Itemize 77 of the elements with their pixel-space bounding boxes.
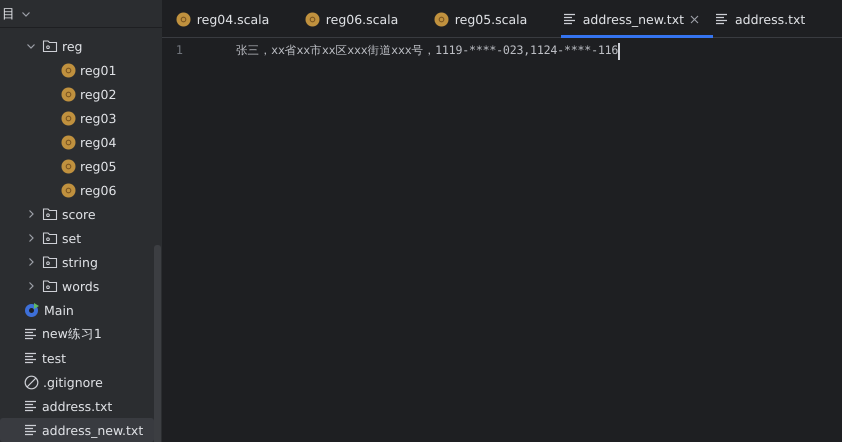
editor-tab[interactable]: address.txt bbox=[713, 0, 842, 38]
text-file-icon bbox=[24, 400, 38, 412]
folder-icon bbox=[42, 39, 58, 53]
folder-icon bbox=[42, 231, 58, 245]
tree-row[interactable]: string bbox=[0, 250, 154, 274]
tree-row[interactable]: address_new.txt bbox=[0, 418, 154, 442]
tree-row[interactable]: reg05 bbox=[0, 154, 154, 178]
tree-label: Main bbox=[44, 302, 74, 318]
tree-row[interactable]: reg bbox=[0, 34, 154, 58]
tree-label: address.txt bbox=[42, 398, 112, 414]
text-cursor bbox=[618, 43, 620, 60]
editor-tab[interactable]: reg04.scala bbox=[174, 0, 303, 38]
tree-row[interactable]: new练习1 bbox=[0, 322, 154, 346]
tree-row[interactable]: reg01 bbox=[0, 58, 154, 82]
tree-row[interactable]: test bbox=[0, 346, 154, 370]
tree-label: words bbox=[62, 278, 100, 294]
tree-row[interactable]: score bbox=[0, 202, 154, 226]
tree-label: string bbox=[62, 254, 98, 270]
text-file-icon bbox=[24, 352, 38, 364]
coin-icon bbox=[61, 134, 76, 150]
text-file-icon bbox=[715, 13, 729, 25]
chevron-right-icon[interactable] bbox=[26, 281, 36, 291]
tree-label: address_new.txt bbox=[42, 422, 144, 438]
tree-row[interactable]: address.txt bbox=[0, 394, 154, 418]
tree-label: reg bbox=[62, 38, 82, 54]
editor-tab[interactable]: address_new.txt bbox=[560, 0, 713, 38]
tree-label: .gitignore bbox=[43, 374, 103, 390]
coin-icon bbox=[434, 12, 449, 26]
tab-label: address_new.txt bbox=[582, 12, 684, 26]
line-number: 1 bbox=[174, 43, 184, 59]
text-file-icon bbox=[24, 328, 38, 340]
editor-tab[interactable]: reg05.scala bbox=[432, 0, 561, 38]
tree-label: reg05 bbox=[80, 158, 116, 174]
coin-icon bbox=[176, 12, 191, 26]
coin-icon bbox=[61, 182, 76, 198]
chevron-right-icon[interactable] bbox=[26, 257, 36, 267]
tree-row[interactable]: .gitignore bbox=[0, 370, 154, 394]
folder-icon bbox=[42, 255, 58, 269]
tree-label: reg01 bbox=[80, 62, 116, 78]
coin-icon bbox=[304, 12, 320, 26]
tree-label: test bbox=[42, 350, 66, 366]
coin-icon bbox=[61, 110, 76, 126]
tab-label: reg06.scala bbox=[326, 12, 398, 26]
tree-row[interactable]: reg02 bbox=[0, 82, 154, 106]
folder-icon bbox=[42, 279, 58, 293]
tree-label: score bbox=[62, 206, 96, 222]
tree-label: reg04 bbox=[80, 134, 116, 150]
chevron-right-icon[interactable] bbox=[26, 209, 36, 219]
tree-label: set bbox=[62, 230, 82, 246]
tree-row[interactable]: Main bbox=[0, 298, 154, 322]
scrollbar[interactable] bbox=[154, 245, 161, 442]
tree-row[interactable]: set bbox=[0, 226, 154, 250]
tree-row[interactable]: words bbox=[0, 274, 154, 298]
tree-row[interactable]: reg03 bbox=[0, 106, 154, 130]
tree-row[interactable]: reg04 bbox=[0, 130, 154, 154]
tab-label: address.txt bbox=[735, 12, 806, 26]
chevron-down-icon[interactable] bbox=[26, 41, 36, 51]
coin-icon bbox=[61, 86, 76, 102]
tree-label: new练习1 bbox=[42, 326, 102, 342]
coin-icon bbox=[61, 62, 76, 78]
blocked-icon bbox=[24, 374, 39, 390]
chevron-right-icon[interactable] bbox=[26, 233, 36, 243]
tree-label: reg03 bbox=[80, 110, 116, 126]
sidebar-title: 目 bbox=[2, 6, 15, 22]
text-file-icon bbox=[24, 424, 38, 436]
code-line: 张三，xx省xx市xx区xxx街道xxx号，1119-****-023,1124-****-116 bbox=[236, 43, 618, 58]
coin-icon bbox=[61, 158, 76, 174]
folder-icon bbox=[42, 207, 58, 221]
tab-label: reg05.scala bbox=[454, 12, 528, 26]
tree-row[interactable]: reg06 bbox=[0, 178, 154, 202]
editor-tab[interactable]: reg06.scala bbox=[302, 0, 432, 38]
run-object-icon bbox=[24, 302, 40, 318]
text-file-icon bbox=[562, 13, 577, 25]
tree-label: reg06 bbox=[80, 182, 116, 198]
close-icon[interactable] bbox=[690, 14, 699, 24]
tab-label: reg04.scala bbox=[196, 12, 270, 26]
tree-label: reg02 bbox=[80, 86, 116, 102]
